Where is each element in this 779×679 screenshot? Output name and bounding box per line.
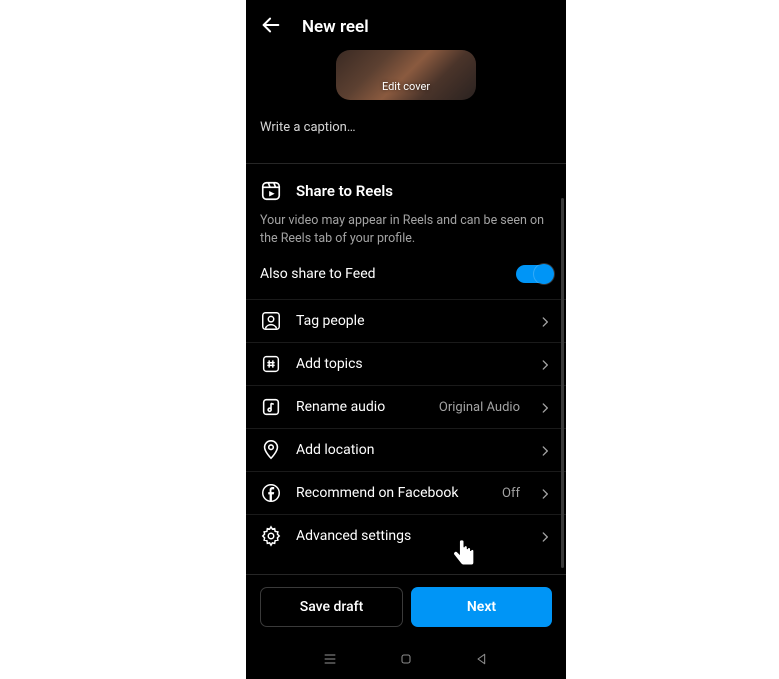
add-topics-label: Add topics (296, 356, 524, 372)
save-draft-button[interactable]: Save draft (260, 587, 403, 627)
tag-people-icon (260, 310, 282, 332)
page-title: New reel (302, 17, 369, 37)
add-location-row[interactable]: Add location (246, 428, 566, 471)
back-arrow-icon[interactable] (260, 14, 282, 40)
chevron-right-icon (538, 443, 552, 457)
chevron-right-icon (538, 357, 552, 371)
caption-input[interactable]: Write a caption… (246, 108, 566, 163)
nav-back-icon[interactable] (474, 651, 490, 667)
chevron-right-icon (538, 529, 552, 543)
recommend-fb-value: Off (502, 486, 520, 501)
tag-people-label: Tag people (296, 313, 524, 329)
phone-screen: New reel Edit cover Write a caption… Sha… (246, 0, 566, 679)
advanced-settings-row[interactable]: Advanced settings (246, 514, 566, 557)
cover-preview-wrap: Edit cover (246, 50, 566, 108)
also-share-label: Also share to Feed (260, 266, 376, 282)
chevron-right-icon (538, 314, 552, 328)
add-topics-row[interactable]: Add topics (246, 342, 566, 385)
chevron-right-icon (538, 486, 552, 500)
add-location-label: Add location (296, 442, 524, 458)
share-title: Share to Reels (296, 182, 393, 200)
nav-recent-icon[interactable] (322, 651, 338, 667)
android-nav-bar (246, 639, 566, 679)
facebook-icon (260, 482, 282, 504)
bottom-button-bar: Save draft Next (246, 574, 566, 639)
scrollbar[interactable] (561, 198, 564, 568)
edit-cover-label: Edit cover (382, 80, 430, 93)
header: New reel (246, 0, 566, 50)
reels-icon (260, 180, 282, 202)
also-share-toggle[interactable] (516, 265, 552, 283)
tag-people-row[interactable]: Tag people (246, 299, 566, 342)
rename-audio-value: Original Audio (439, 400, 520, 415)
location-icon (260, 439, 282, 461)
topics-icon (260, 353, 282, 375)
audio-icon (260, 396, 282, 418)
share-description: Your video may appear in Reels and can b… (246, 210, 566, 261)
chevron-right-icon (538, 400, 552, 414)
rename-audio-row[interactable]: Rename audio Original Audio (246, 385, 566, 428)
spacer (246, 557, 566, 574)
settings-icon (260, 525, 282, 547)
also-share-row: Also share to Feed (246, 261, 566, 299)
recommend-facebook-row[interactable]: Recommend on Facebook Off (246, 471, 566, 514)
caption-placeholder: Write a caption… (260, 120, 356, 135)
nav-home-icon[interactable] (398, 651, 414, 667)
advanced-settings-label: Advanced settings (296, 528, 524, 544)
cover-preview[interactable]: Edit cover (336, 50, 476, 100)
recommend-fb-label: Recommend on Facebook (296, 485, 488, 501)
share-section-header: Share to Reels (246, 164, 566, 210)
rename-audio-label: Rename audio (296, 399, 425, 415)
next-button[interactable]: Next (411, 587, 552, 627)
